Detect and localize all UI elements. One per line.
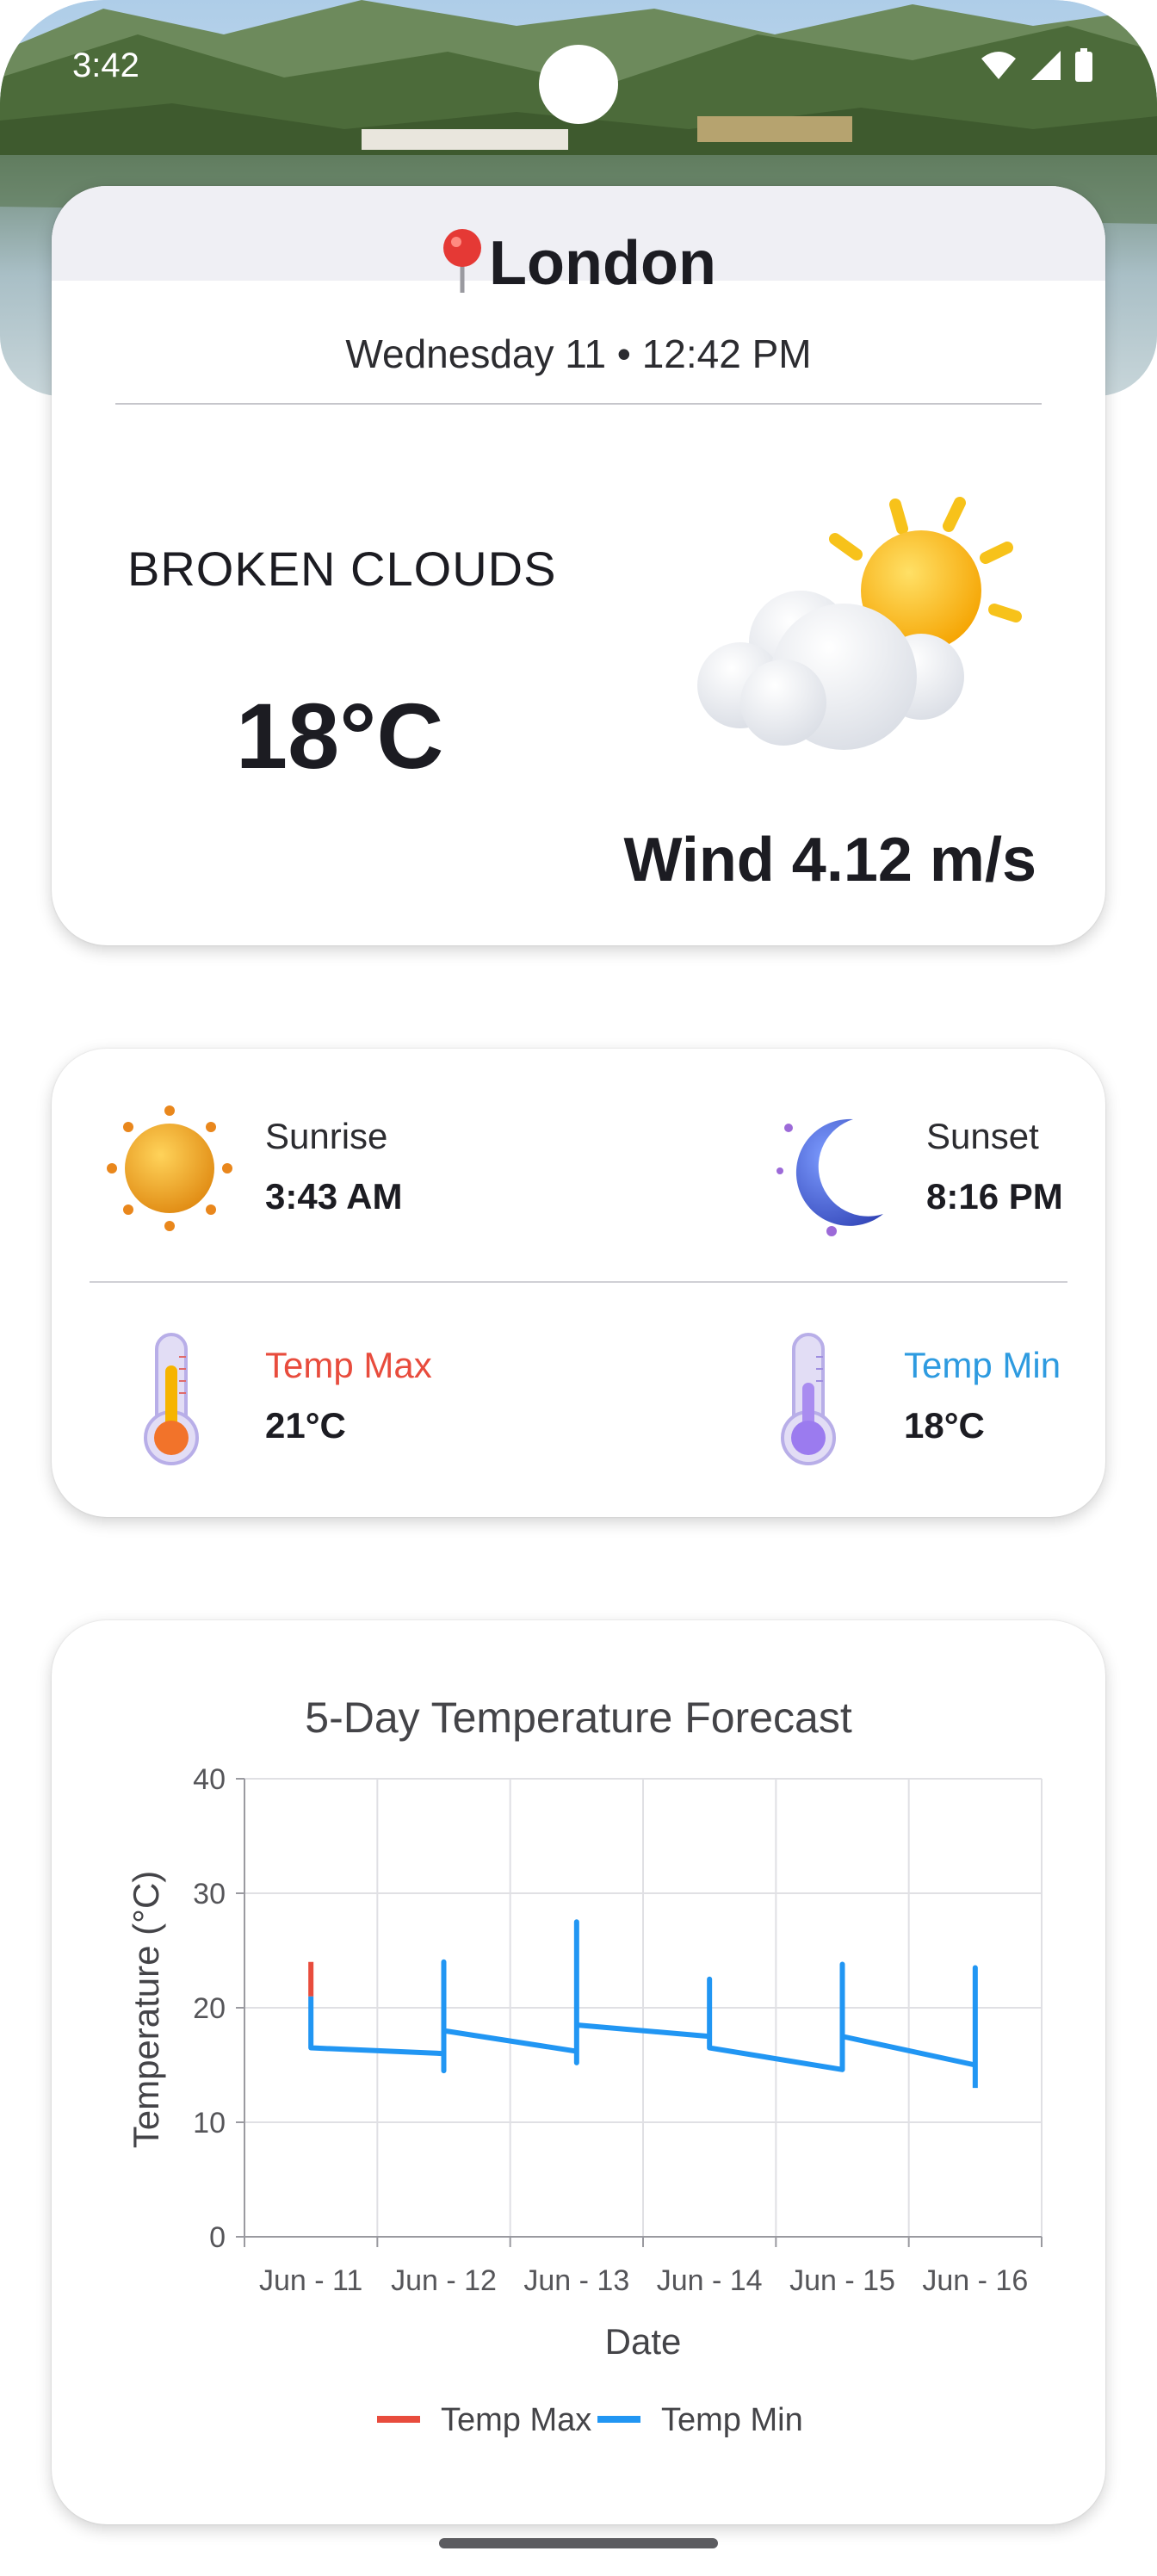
wind-speed: Wind 4.12 m/s [623,826,1037,895]
sunset-label: Sunset [926,1116,1039,1156]
sunset-info: Sunset 8:16 PM [926,1116,1063,1217]
forecast-chart-card: 5-Day Temperature Forecast 0 10 20 30 40 Jun … [52,1620,1105,2524]
sunset-value: 8:16 PM [926,1176,1063,1217]
thermometer-hot-icon [144,1333,199,1465]
home-indicator[interactable] [439,2538,718,2548]
sunrise-info: Sunrise 3:43 AM [265,1116,403,1217]
camera-cutout [539,45,618,124]
temp-max-label: Temp Max [265,1345,432,1385]
sunrise-sun-icon [107,1105,232,1231]
date-time: Wednesday 11 • 12:42 PM [345,331,812,376]
sunrise-value: 3:43 AM [265,1176,403,1217]
x-tick-label: Jun - 13 [523,2264,629,2297]
y-axis-label: Temperature (°C) [126,1871,166,2149]
status-time: 3:42 [72,46,139,84]
sun-behind-cloud-icon [697,497,1022,750]
legend-label: Temp Min [661,2402,803,2438]
temperature-forecast-chart: 5-Day Temperature Forecast 0 10 20 30 40 Jun … [126,1694,1043,2438]
x-tick-label: Jun - 16 [922,2264,1028,2297]
current-temperature: 18°C [236,684,444,788]
weather-condition: BROKEN CLOUDS [127,542,557,596]
x-tick-label: Jun - 14 [657,2264,763,2297]
temp-max-info: Temp Max 21°C [265,1345,432,1446]
divider [115,403,1042,405]
wifi-icon [981,52,1016,79]
x-tick-label: Jun - 12 [391,2264,497,2297]
status-bar: 3:42 [0,0,1157,129]
legend-label: Temp Max [441,2402,591,2438]
current-weather-card: London Wednesday 11 • 12:42 PM BROKEN CL… [52,186,1105,945]
y-tick-label: 40 [193,1763,226,1796]
y-tick-label: 10 [193,2107,226,2139]
chart-title: 5-Day Temperature Forecast [305,1694,852,1742]
thermometer-cold-icon [781,1333,836,1465]
city-name: London [489,229,716,298]
location-pin-icon [443,229,482,293]
temp-min-info: Temp Min 18°C [904,1345,1061,1446]
sun-and-temp-card: Sunrise 3:43 AM Sunset 8:16 PM Temp Max … [52,1049,1105,1517]
city-title: London [52,227,1105,299]
signal-icon [1031,51,1061,80]
app-screen: 3:42 London Wednesday 11 • 12:42 PM BROK… [0,0,1157,2576]
status-icons [980,48,1093,83]
battery-icon [1075,48,1092,82]
divider [90,1281,1067,1283]
moon-icon [776,1118,883,1236]
y-tick-label: 30 [193,1878,226,1910]
y-tick-label: 0 [209,2221,226,2254]
y-tick-label: 20 [193,1992,226,2025]
x-tick-label: Jun - 11 [259,2264,362,2297]
x-axis-label: Date [605,2321,682,2362]
x-tick-label: Jun - 15 [789,2264,895,2297]
temp-min-label: Temp Min [904,1345,1061,1385]
sunrise-label: Sunrise [265,1116,388,1156]
temp-min-value: 18°C [904,1405,985,1446]
temp-max-value: 21°C [265,1405,346,1446]
